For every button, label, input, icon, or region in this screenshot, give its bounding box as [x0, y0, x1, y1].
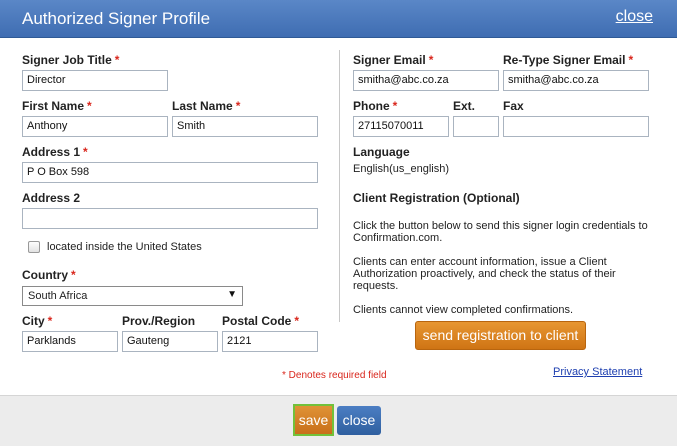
job-title-label: Signer Job Title *: [22, 53, 120, 67]
client-registration-heading: Client Registration (Optional): [353, 191, 520, 205]
province-label: Prov./Region: [122, 314, 196, 328]
last-name-input[interactable]: Smith: [172, 116, 318, 137]
first-name-label: First Name *: [22, 99, 92, 113]
close-button[interactable]: close: [337, 406, 381, 435]
registration-text-2: Clients can enter account information, i…: [353, 256, 616, 292]
phone-label: Phone *: [353, 99, 398, 113]
us-location-checkbox[interactable]: [28, 241, 40, 253]
privacy-statement-link[interactable]: Privacy Statement: [553, 366, 642, 378]
us-location-label: located inside the United States: [47, 241, 202, 253]
registration-text-3: Clients cannot view completed confirmati…: [353, 304, 574, 316]
country-label: Country *: [22, 268, 76, 282]
language-value: English(us_english): [353, 163, 449, 175]
address2-input[interactable]: [22, 208, 318, 229]
dialog-header: Authorized Signer Profile close: [0, 0, 677, 38]
country-select[interactable]: South Africa ▼: [22, 286, 243, 306]
send-registration-button[interactable]: send registration to client: [415, 321, 586, 350]
dialog-title: Authorized Signer Profile: [22, 9, 211, 28]
address1-label: Address 1 *: [22, 145, 88, 159]
language-label: Language: [353, 145, 410, 159]
postal-code-label: Postal Code *: [222, 314, 300, 328]
fax-input[interactable]: [503, 116, 649, 137]
ext-input[interactable]: [453, 116, 499, 137]
signer-email-label: Signer Email *: [353, 53, 434, 67]
column-divider: [339, 50, 340, 322]
address1-input[interactable]: P O Box 598: [22, 162, 318, 183]
ext-label: Ext.: [453, 99, 476, 113]
fax-label: Fax: [503, 99, 524, 113]
city-label: City *: [22, 314, 53, 328]
retype-email-input[interactable]: smitha@abc.co.za: [503, 70, 649, 91]
phone-input[interactable]: 27115070011: [353, 116, 449, 137]
province-input[interactable]: Gauteng: [122, 331, 218, 352]
country-selected-value: South Africa: [28, 290, 88, 302]
save-button[interactable]: save: [293, 404, 334, 436]
address2-label: Address 2: [22, 191, 81, 205]
last-name-label: Last Name *: [172, 99, 241, 113]
job-title-input[interactable]: Director: [22, 70, 168, 91]
signer-email-input[interactable]: smitha@abc.co.za: [353, 70, 499, 91]
header-close-link[interactable]: close: [616, 8, 653, 26]
required-field-note: * Denotes required field: [282, 370, 387, 381]
city-input[interactable]: Parklands: [22, 331, 118, 352]
first-name-input[interactable]: Anthony: [22, 116, 168, 137]
postal-code-input[interactable]: 2121: [222, 331, 318, 352]
dropdown-arrow-icon: ▼: [227, 289, 237, 300]
retype-email-label: Re-Type Signer Email *: [503, 53, 634, 67]
registration-text-1: Click the button below to send this sign…: [353, 220, 648, 244]
